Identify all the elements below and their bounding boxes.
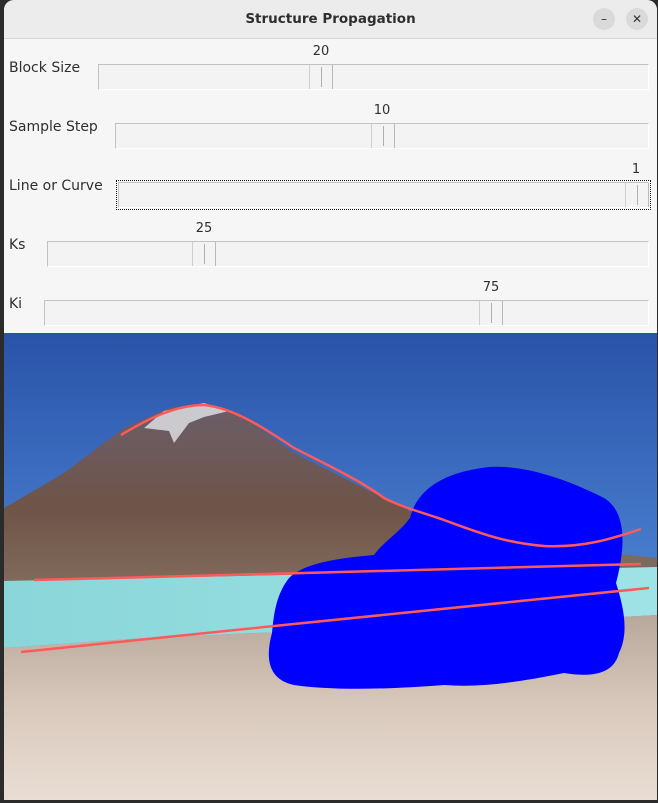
title-bar: Structure Propagation – ✕: [4, 0, 657, 39]
ks-label: Ks: [9, 237, 26, 253]
line-or-curve-slider-thumb[interactable]: [625, 183, 649, 207]
close-button[interactable]: ✕: [626, 8, 648, 30]
ki-label: Ki: [9, 296, 23, 312]
ks-value: 25: [195, 221, 213, 236]
line-or-curve-slider[interactable]: [116, 180, 651, 210]
sample-step-label: Sample Step: [9, 119, 98, 135]
line-or-curve-label: Line or Curve: [9, 178, 103, 194]
sample-step-slider[interactable]: [115, 123, 649, 149]
sample-step-value: 10: [373, 103, 391, 118]
minimize-button[interactable]: –: [593, 8, 615, 30]
block-size-slider[interactable]: [98, 64, 649, 90]
block-size-value: 20: [312, 44, 330, 59]
sample-step-slider-thumb[interactable]: [371, 124, 395, 148]
ks-slider[interactable]: [47, 241, 649, 267]
ki-slider-thumb[interactable]: [479, 301, 503, 325]
ki-slider[interactable]: [44, 300, 649, 326]
ki-value: 75: [482, 280, 500, 295]
line-or-curve-value: 1: [631, 162, 641, 177]
image-canvas[interactable]: [4, 333, 657, 800]
block-size-slider-thumb[interactable]: [309, 65, 333, 89]
structure-propagation-window: Structure Propagation – ✕ Block Size 20 …: [4, 0, 657, 800]
window-title: Structure Propagation: [245, 11, 416, 27]
block-size-label: Block Size: [9, 60, 81, 76]
ks-slider-thumb[interactable]: [192, 242, 216, 266]
